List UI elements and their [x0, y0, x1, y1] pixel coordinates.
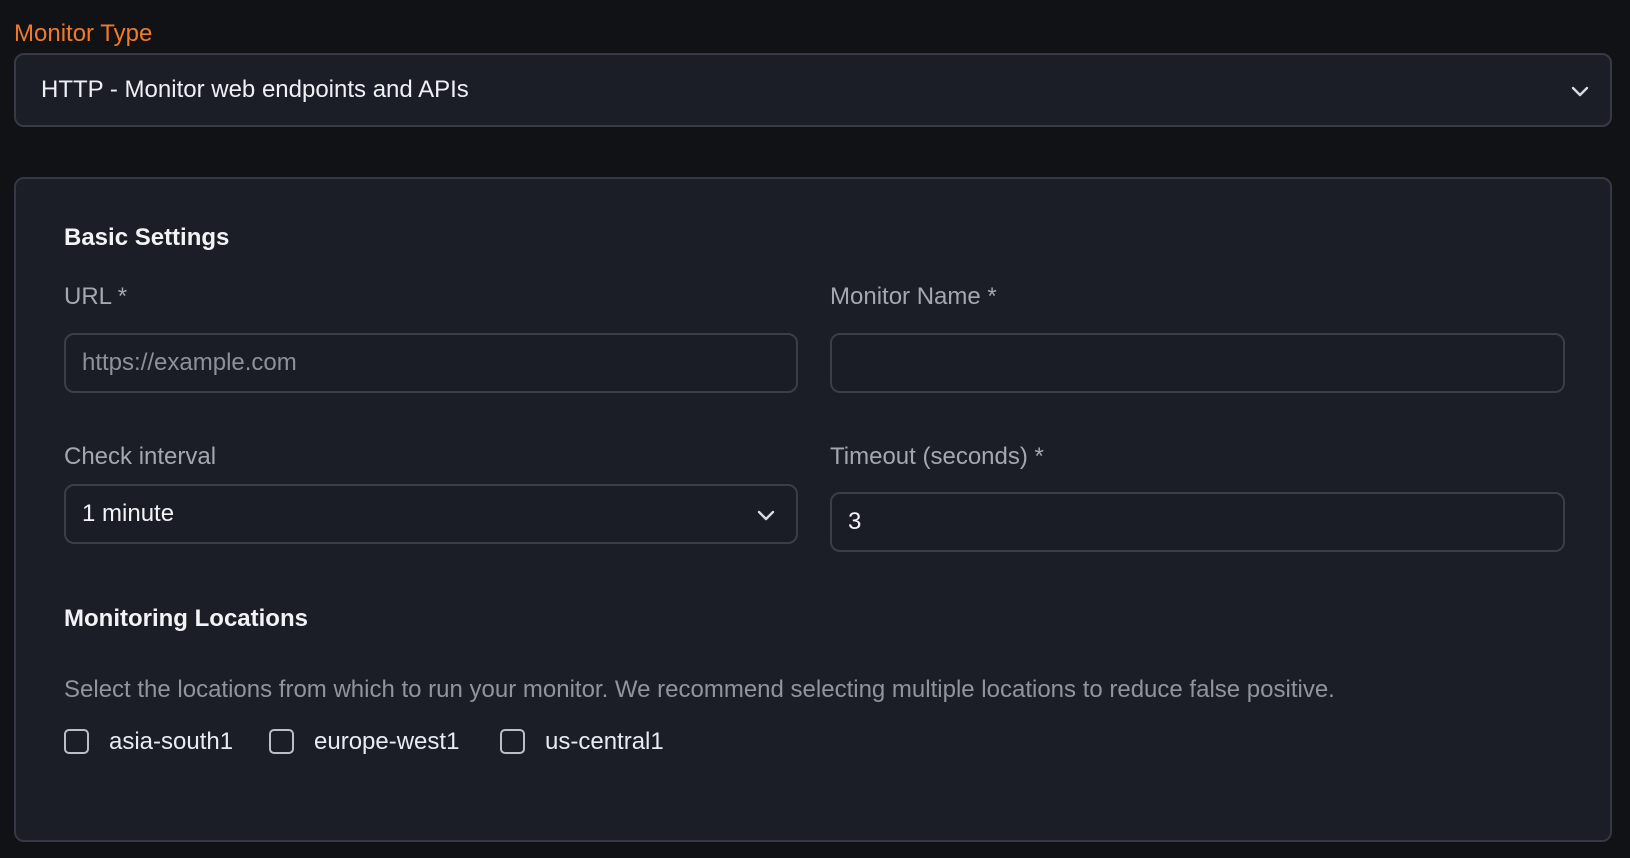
chevron-down-icon — [754, 503, 778, 527]
monitor-type-select[interactable]: HTTP - Monitor web endpoints and APIs — [14, 53, 1612, 127]
us-central1-label: us-central1 — [545, 728, 664, 755]
monitor-type-label: Monitor Type — [14, 20, 153, 47]
check-interval-select[interactable]: 1 minute — [64, 484, 798, 544]
timeout-input[interactable]: 3 — [830, 492, 1565, 552]
location-option-us-central1[interactable]: us-central1 — [500, 727, 690, 759]
monitoring-locations-description: Select the locations from which to run y… — [64, 676, 1335, 703]
url-input[interactable]: https://example.com — [64, 333, 798, 393]
chevron-down-icon — [1568, 79, 1592, 103]
check-interval-label: Check interval — [64, 443, 217, 470]
monitor-name-label: Monitor Name * — [830, 283, 997, 310]
url-label: URL * — [64, 283, 128, 310]
europe-west1-checkbox[interactable] — [269, 729, 294, 754]
europe-west1-label: europe-west1 — [314, 728, 460, 755]
location-option-europe-west1[interactable]: europe-west1 — [269, 727, 479, 759]
asia-south1-label: asia-south1 — [109, 728, 234, 755]
monitor-form-page: Monitor Type HTTP - Monitor web endpoint… — [0, 0, 1630, 858]
asia-south1-checkbox[interactable] — [64, 729, 89, 754]
monitor-type-selected-value: HTTP - Monitor web endpoints and APIs — [41, 76, 469, 103]
monitoring-locations-title: Monitoring Locations — [64, 605, 308, 632]
timeout-label: Timeout (seconds) * — [830, 443, 1044, 470]
check-interval-selected-value: 1 minute — [82, 500, 175, 527]
monitor-name-input[interactable] — [830, 333, 1565, 393]
us-central1-checkbox[interactable] — [500, 729, 525, 754]
location-option-asia-south1[interactable]: asia-south1 — [64, 727, 254, 759]
timeout-value: 3 — [848, 508, 862, 535]
basic-settings-card: Basic Settings URL * https://example.com… — [14, 177, 1612, 842]
url-placeholder: https://example.com — [82, 349, 297, 376]
basic-settings-title: Basic Settings — [64, 224, 230, 251]
